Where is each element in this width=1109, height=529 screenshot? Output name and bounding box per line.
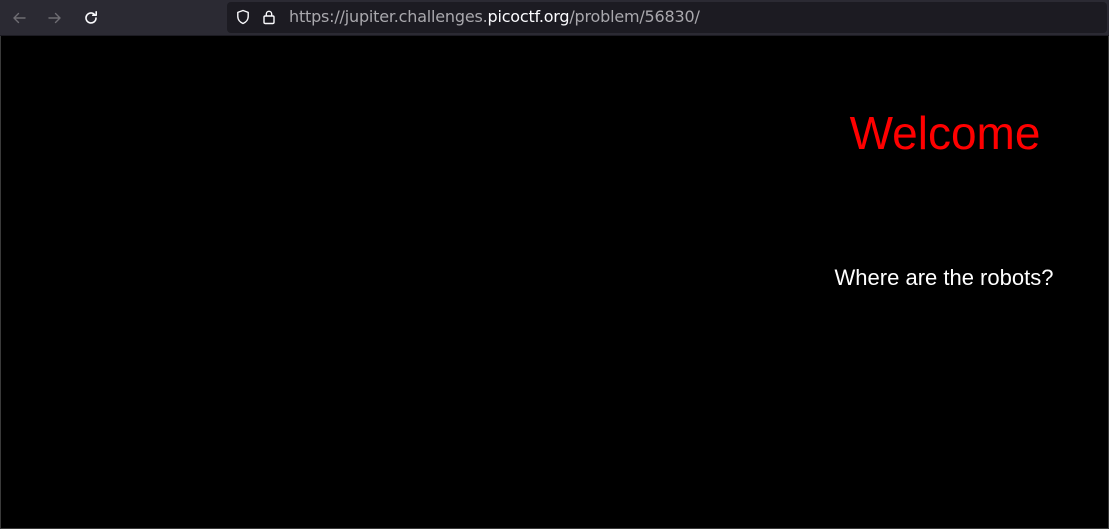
arrow-left-icon <box>13 12 26 24</box>
page-title: Welcome <box>849 107 1041 159</box>
url-domain: picoctf.org <box>487 7 570 26</box>
url-bar[interactable]: https://jupiter.challenges.picoctf.org/p… <box>227 2 1107 33</box>
shield-icon[interactable] <box>235 9 251 25</box>
lock-icon[interactable] <box>261 9 277 25</box>
page-message: Where are the robots? <box>834 265 1054 290</box>
page-content: Welcome Where are the robots? <box>0 36 1109 529</box>
browser-toolbar: https://jupiter.challenges.picoctf.org/p… <box>0 0 1109 36</box>
url-text[interactable]: https://jupiter.challenges.picoctf.org/p… <box>289 7 700 27</box>
url-path: /problem/56830/ <box>569 7 700 26</box>
reload-button[interactable] <box>75 2 107 34</box>
arrow-right-icon <box>48 12 61 24</box>
back-button[interactable] <box>3 2 35 34</box>
forward-button[interactable] <box>39 2 71 34</box>
reload-icon <box>85 11 97 24</box>
url-prefix: https://jupiter.challenges. <box>289 7 488 26</box>
